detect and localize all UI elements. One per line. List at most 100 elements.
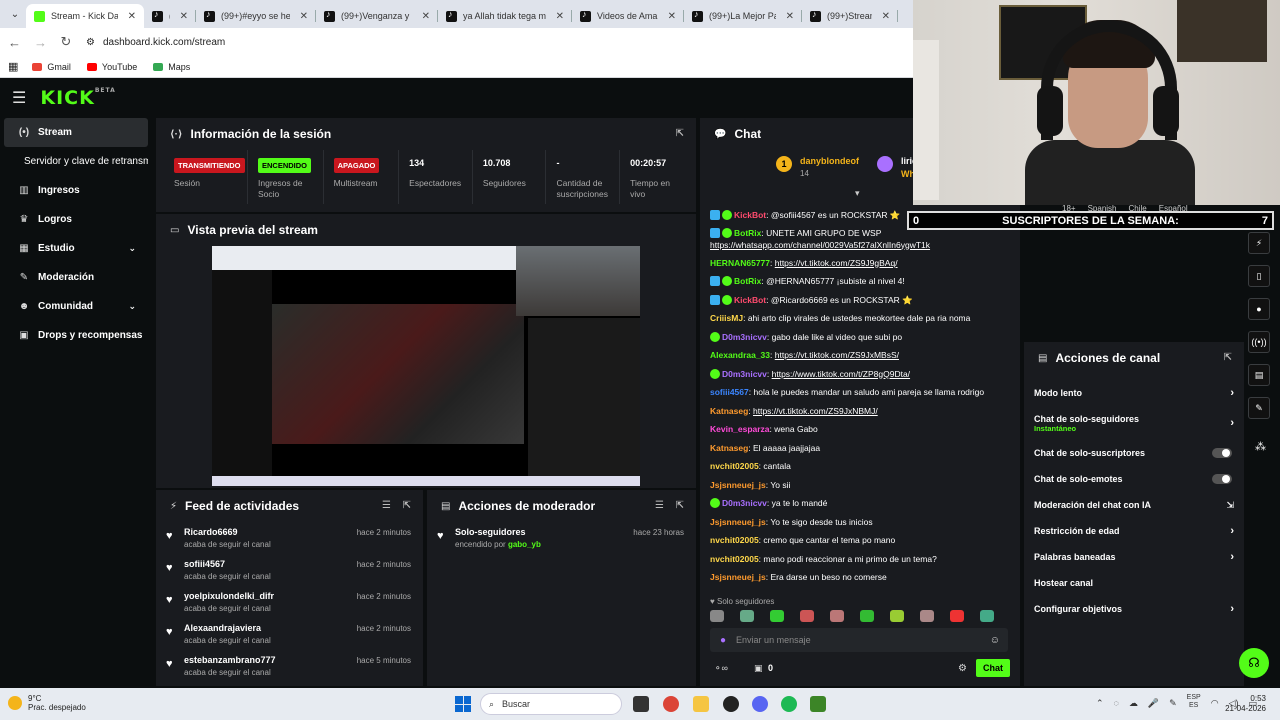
filter-icon[interactable]: ☰ (655, 500, 664, 511)
obs-icon[interactable] (723, 696, 739, 712)
channel-action-chat-de-solo-seguidores[interactable]: Chat de solo-seguidores Instantáneo › (1024, 406, 1244, 440)
security-icon[interactable]: ◌ (1114, 698, 1119, 710)
channel-action-modo-lento[interactable]: Modo lento › (1024, 380, 1244, 406)
chat-link[interactable]: https://vt.tiktok.com/ZS9JxMBsS/ (775, 350, 899, 360)
close-tab-icon[interactable]: ✕ (668, 11, 676, 22)
chat-input-box[interactable]: ● Enviar un mensaje ☺ (710, 628, 1008, 652)
spotify-icon[interactable] (781, 696, 797, 712)
gift-box-icon[interactable]: ▣ (754, 663, 763, 674)
chat-send-button[interactable]: Chat (976, 659, 1010, 677)
clock[interactable]: 0:53 21-04-2026 (1225, 694, 1266, 714)
channel-action-moderaci-n-del-chat-con-ia[interactable]: Moderación del chat con IA ⇲ (1024, 492, 1244, 518)
emote-icon[interactable] (770, 610, 784, 622)
channel-action-hostear-canal[interactable]: Hostear canal (1024, 570, 1244, 596)
chat-username[interactable]: BotRix (734, 228, 761, 238)
chat-link[interactable]: https://vt.tiktok.com/ZS9J9gBAq/ (775, 258, 898, 268)
chevron-up-icon[interactable]: ⌃ (1096, 698, 1104, 710)
network-icon[interactable]: ⁂ (1255, 440, 1266, 453)
toggle-switch[interactable] (1212, 474, 1232, 484)
chat-username[interactable]: Jsjsnneuej_js (710, 480, 766, 490)
close-tab-icon[interactable]: ✕ (422, 11, 430, 22)
back-icon[interactable]: ← (8, 35, 21, 50)
site-info-icon[interactable]: ⚙ (86, 37, 95, 48)
emote-icon[interactable] (800, 610, 814, 622)
close-tab-icon[interactable]: ✕ (180, 11, 188, 22)
sidebar-item-stream[interactable]: (•) Stream (4, 118, 148, 147)
taskbar-search[interactable]: ⌕ Buscar (480, 693, 622, 715)
close-tab-icon[interactable]: ✕ (556, 11, 564, 22)
chat-username[interactable]: nvchit02005 (710, 461, 759, 471)
emote-icon[interactable] (950, 610, 964, 622)
weather-widget[interactable]: 9°C Prac. despejado (8, 694, 86, 712)
sidebar-item-servidor[interactable]: Servidor y clave de retransmisión (4, 147, 148, 176)
wifi-icon[interactable]: ◠ (1211, 698, 1219, 710)
bookmark-gmail[interactable]: Gmail (32, 62, 71, 72)
chevron-right-icon[interactable]: › (1230, 525, 1234, 537)
task-view-icon[interactable] (633, 696, 649, 712)
minecraft-icon[interactable] (810, 696, 826, 712)
forward-icon[interactable]: → (34, 35, 47, 50)
pen-icon[interactable]: ✎ (1169, 698, 1177, 710)
browser-tab[interactable]: (99+)Venganza y bro ✕ (316, 4, 438, 28)
chat-username[interactable]: KickBot (734, 210, 766, 220)
chat-username[interactable]: Katnaseg (710, 406, 748, 416)
cloud-icon[interactable]: ☁ (1129, 698, 1138, 710)
windows-start-icon[interactable] (455, 696, 471, 712)
moderator-username[interactable]: gabo_yb (508, 540, 541, 549)
kick-logo[interactable]: KICKBETA (40, 87, 115, 109)
channel-action-chat-de-solo-suscriptores[interactable]: Chat de solo-suscriptores (1024, 440, 1244, 466)
chat-username[interactable]: nvchit02005 (710, 535, 759, 545)
stream-preview-video[interactable] (212, 246, 640, 486)
chat-username[interactable]: D0m3nicvv (722, 332, 767, 342)
chat-settings-icon[interactable]: ⚙ (958, 663, 967, 674)
sidebar-item-logros[interactable]: ♛ Logros (4, 205, 148, 234)
channel-action-chat-de-solo-emotes[interactable]: Chat de solo-emotes (1024, 466, 1244, 492)
chevron-down-icon[interactable]: ⌄ (128, 243, 136, 254)
browser-tab[interactable]: Stream - Kick Dashbo ✕ (26, 4, 144, 28)
emote-icon[interactable] (740, 610, 754, 622)
broadcast-icon[interactable]: ((•)) (1248, 331, 1270, 353)
chat-link[interactable]: https://www.tiktok.com/t/ZP8gQ9Dta/ (772, 369, 910, 379)
mic-icon[interactable]: ● (720, 635, 726, 646)
discord-icon[interactable] (752, 696, 768, 712)
chat-username[interactable]: nvchit02005 (710, 554, 759, 564)
chat-username[interactable]: D0m3nicvv (722, 369, 767, 379)
emote-icon[interactable] (890, 610, 904, 622)
chat-username[interactable]: CriiisMJ (710, 313, 743, 323)
reload-icon[interactable]: ↻ (60, 34, 72, 50)
chat-username[interactable]: Jsjsnneuej_js (710, 572, 766, 582)
chat-link[interactable]: https://vt.tiktok.com/ZS9JxNBMJ/ (753, 406, 878, 416)
chevron-down-icon[interactable]: ⌄ (128, 301, 136, 312)
sidebar-item-moderación[interactable]: ✎ Moderación (4, 263, 148, 292)
tab-list-icon[interactable]: ⌄ (4, 3, 26, 25)
sidebar-item-comunidad[interactable]: ☻ Comunidad ⌄ (4, 292, 148, 321)
chat-username[interactable]: sofiii4567 (710, 387, 749, 397)
bookmark-maps[interactable]: Maps (153, 62, 190, 72)
chevron-right-icon[interactable]: › (1230, 603, 1234, 615)
chevron-right-icon[interactable]: › (1230, 417, 1234, 429)
wrench-icon[interactable]: ✎ (1248, 397, 1270, 419)
browser-tab[interactable]: Videos de Amara Igm ✕ (572, 4, 684, 28)
pinned-username[interactable]: danyblondeof (800, 156, 859, 166)
external-link-icon[interactable]: ⇲ (1226, 500, 1234, 511)
close-tab-icon[interactable]: ✕ (128, 11, 136, 22)
browser-tab[interactable]: (99+)La Mejor Parejo ✕ (684, 4, 802, 28)
popout-icon[interactable]: ⇱ (676, 128, 684, 139)
emote-icon[interactable] (980, 610, 994, 622)
chat-username[interactable]: BotRix (734, 276, 761, 286)
emote-icon[interactable] (830, 610, 844, 622)
browser-tab[interactable]: ya Allah tidak tega m ✕ (438, 4, 572, 28)
chat-username[interactable]: Jsjsnneuej_js (710, 517, 766, 527)
emoji-icon[interactable]: ☺ (990, 635, 1000, 646)
chat-link[interactable]: https://whatsapp.com/channel/0029Va5f27a… (710, 240, 930, 250)
chat-username[interactable]: Kevin_esparza (710, 424, 770, 434)
chevron-right-icon[interactable]: › (1230, 387, 1234, 399)
apps-grid-icon[interactable]: ▦ (8, 60, 18, 73)
popout-icon[interactable]: ⇱ (676, 500, 684, 511)
chat-username[interactable]: D0m3nicvv (722, 498, 767, 508)
close-tab-icon[interactable]: ✕ (786, 11, 794, 22)
sidebar-item-ingresos[interactable]: ▥ Ingresos (4, 176, 148, 205)
sidebar-item-drops[interactable]: ▣ Drops y recompensas (4, 321, 148, 350)
collapse-icon[interactable]: ▾ (855, 188, 860, 199)
chat-username[interactable]: HERNAN65777 (710, 258, 770, 268)
